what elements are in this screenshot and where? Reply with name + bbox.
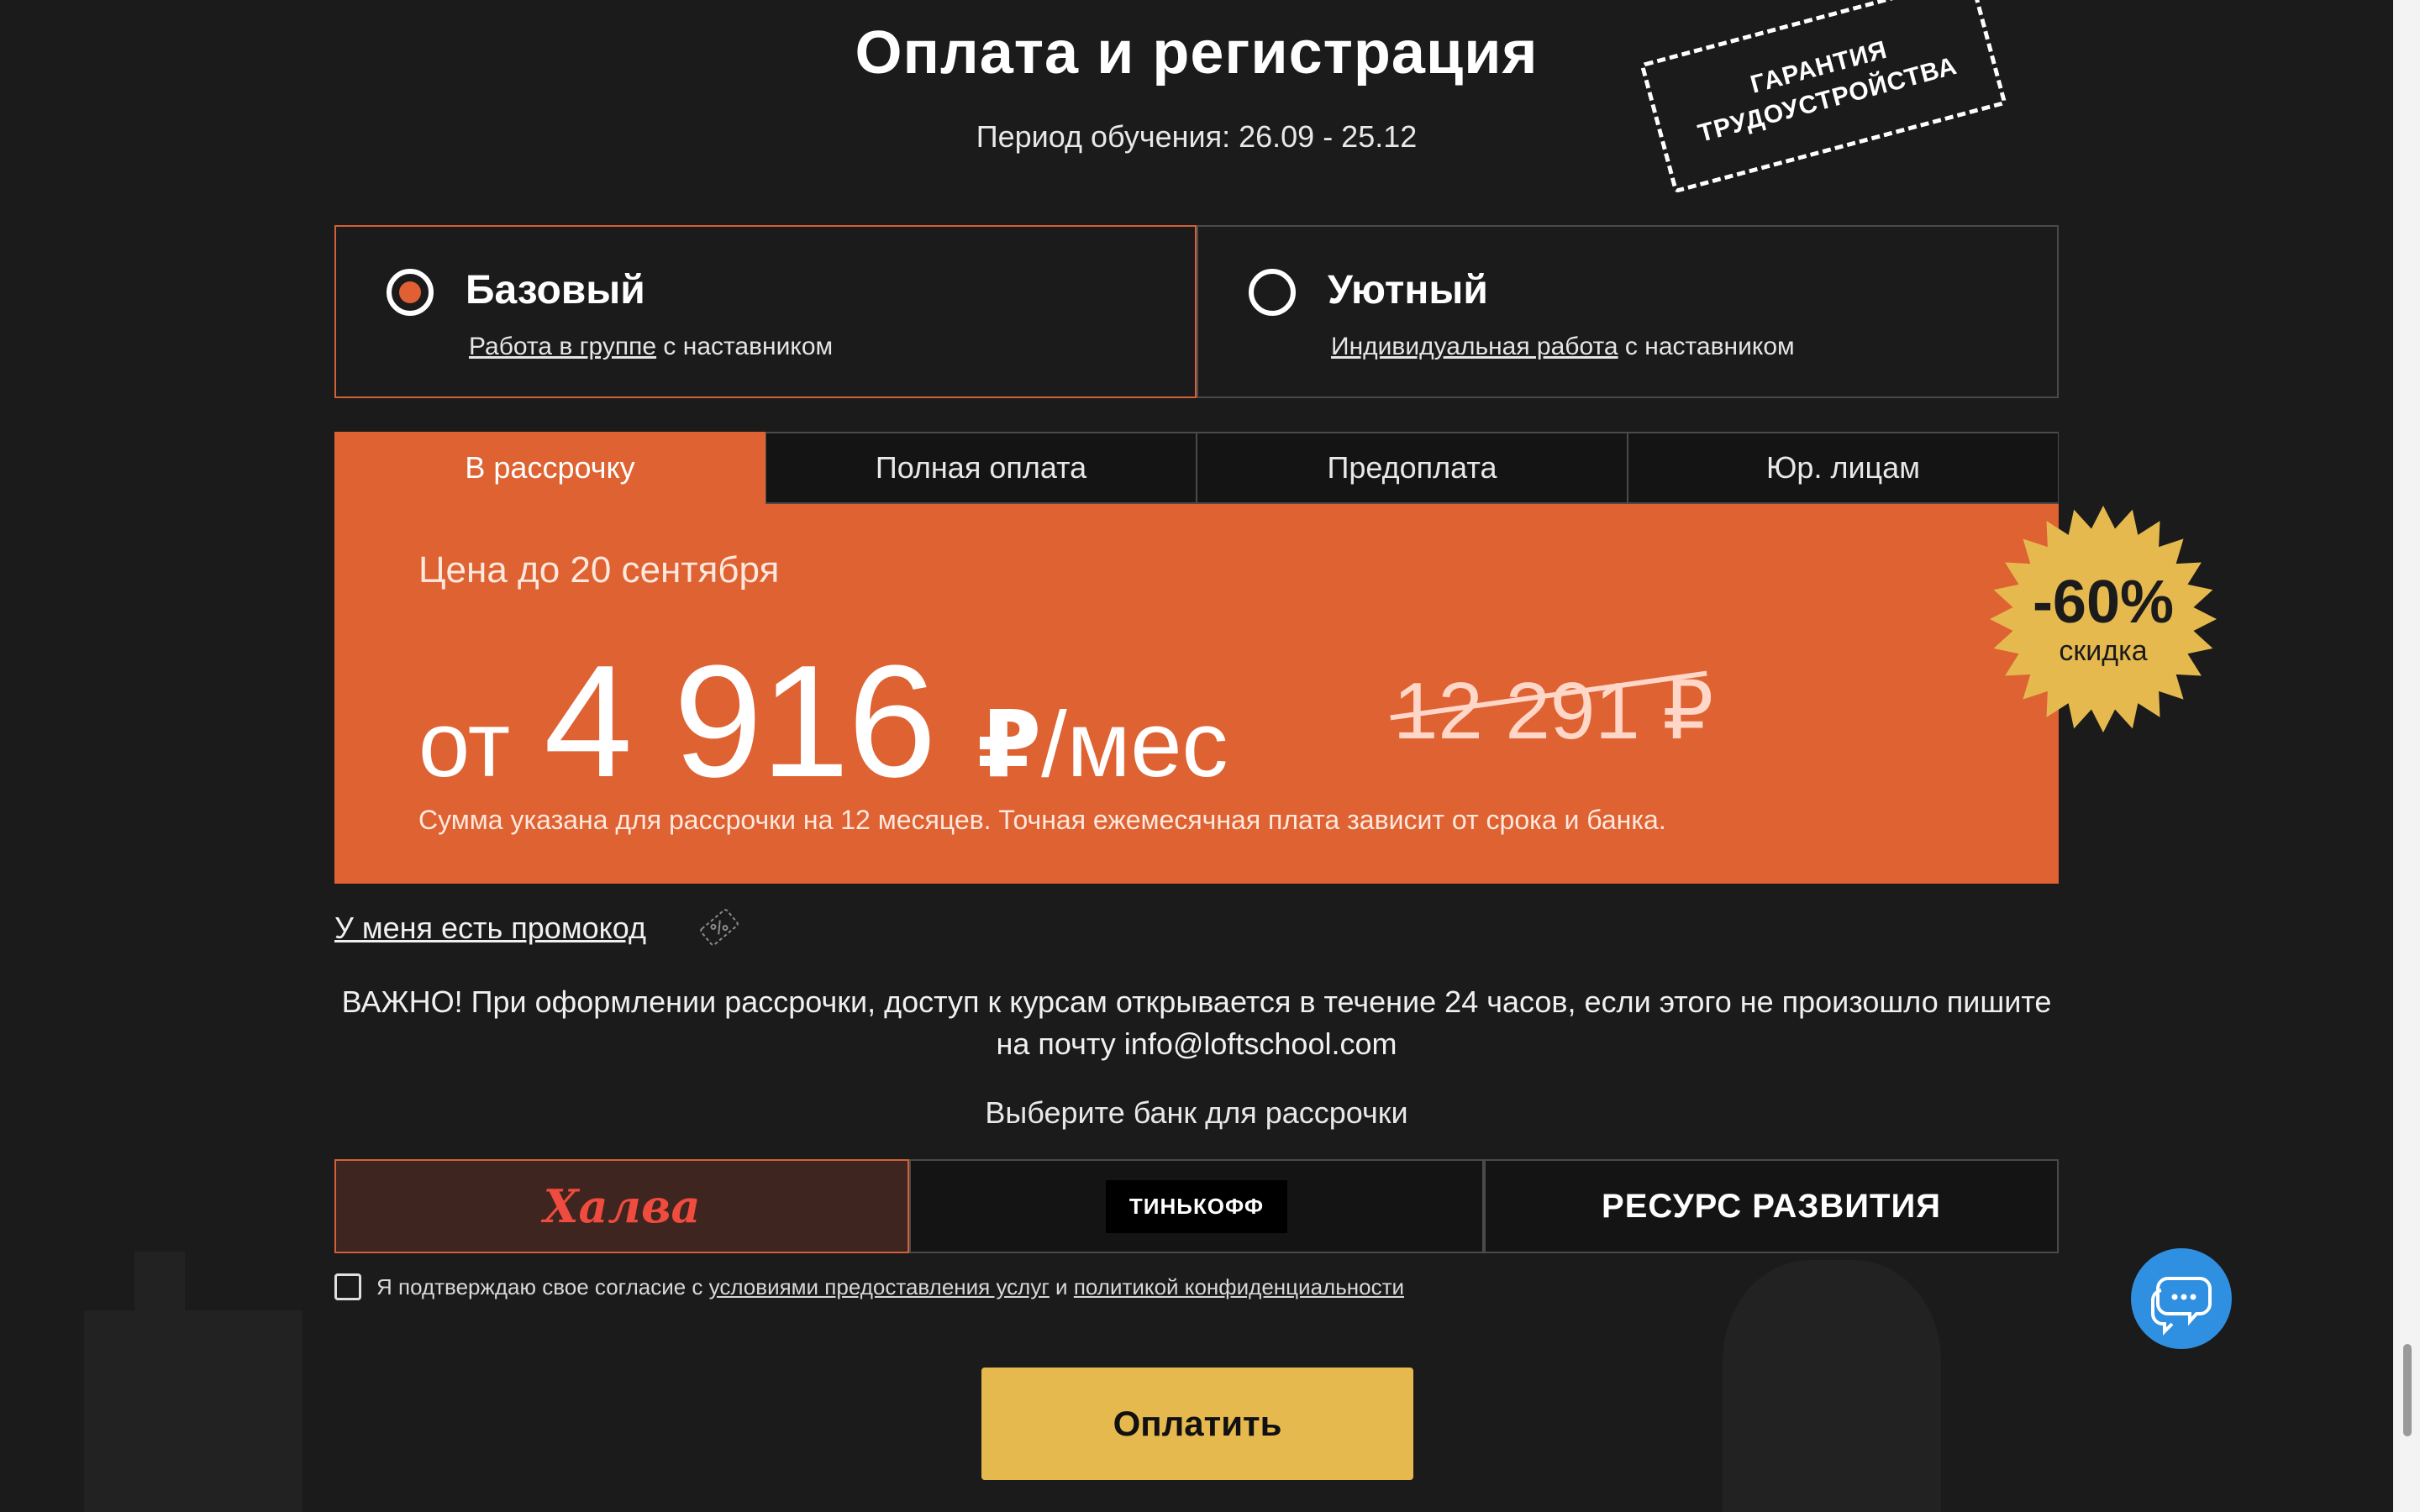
plan-description-link[interactable]: Индивидуальная работа	[1331, 333, 1618, 360]
background-city-silhouette	[84, 1310, 302, 1512]
discount-label: скидка	[2059, 635, 2148, 667]
scrollbar-thumb[interactable]	[2403, 1344, 2412, 1436]
coupon-percent-icon[interactable]	[697, 906, 741, 949]
bank-selector: Халва ТИНЬКОФФ РЕСУРС РАЗВИТИЯ	[334, 1159, 2059, 1253]
consent-prefix: Я подтверждаю свое согласие с	[376, 1273, 709, 1299]
price-current: от 4 916 ₽ /мес	[418, 630, 1228, 811]
halva-logo: Халва	[543, 1179, 701, 1233]
consent-checkbox[interactable]	[334, 1273, 361, 1300]
consent-middle: и	[1049, 1273, 1074, 1299]
price-currency: ₽	[976, 693, 1042, 796]
bank-select-title: Выберите банк для рассрочки	[985, 1095, 1408, 1130]
plan-description-text: с наставником	[1618, 333, 1795, 360]
plan-selector: Базовый Работа в группе с наставником Ую…	[334, 225, 2059, 398]
plan-description-link[interactable]: Работа в группе	[469, 333, 656, 360]
tab-installments[interactable]: В рассрочку	[334, 432, 765, 504]
bank-option-tinkoff[interactable]: ТИНЬКОФФ	[909, 1159, 1484, 1253]
page-title: Оплата и регистрация	[855, 19, 1539, 87]
scrollbar-track[interactable]	[2393, 0, 2420, 1512]
radio-selected-icon[interactable]	[387, 269, 434, 316]
price-deadline-label: Цена до 20 сентября	[418, 549, 780, 591]
radio-unselected-icon[interactable]	[1249, 269, 1296, 316]
terms-link[interactable]: условиями предоставления услуг	[709, 1274, 1050, 1299]
plan-option-basic[interactable]: Базовый Работа в группе с наставником	[334, 225, 1197, 398]
promo-code-link[interactable]: У меня есть промокод	[334, 911, 646, 946]
price-panel: Цена до 20 сентября от 4 916 ₽ /мес 12 2…	[334, 504, 2059, 884]
chat-bubbles-icon	[2150, 1277, 2212, 1336]
payment-tabs: В рассрочку Полная оплата Предоплата Юр.…	[334, 432, 2059, 504]
tab-legal-entities[interactable]: Юр. лицам	[1628, 432, 2059, 504]
price-from: от	[418, 693, 511, 796]
tinkoff-logo: ТИНЬКОФФ	[1105, 1179, 1288, 1233]
bank-option-halva[interactable]: Халва	[334, 1159, 909, 1253]
study-period: Период обучения: 26.09 - 25.12	[976, 119, 1418, 154]
privacy-link[interactable]: политикой конфиденциальности	[1074, 1274, 1404, 1299]
discount-percent: -60%	[2032, 569, 2175, 636]
installment-notice: ВАЖНО! При оформлении рассрочки, доступ …	[341, 984, 2052, 1061]
plan-description: Работа в группе с наставником	[469, 333, 833, 361]
plan-option-cozy[interactable]: Уютный Индивидуальная работа с наставник…	[1197, 225, 2059, 398]
plan-description: Индивидуальная работа с наставником	[1331, 333, 1795, 361]
plan-name: Базовый	[466, 268, 645, 312]
price-period: /мес	[1041, 693, 1228, 796]
consent-text: Я подтверждаю свое согласие с условиями …	[376, 1274, 1404, 1300]
tab-prepayment[interactable]: Предоплата	[1197, 432, 1628, 504]
discount-badge: -60% скидка	[1990, 506, 2217, 732]
plan-name: Уютный	[1328, 268, 1488, 312]
background-figure-silhouette	[1723, 1260, 1941, 1512]
background-building	[134, 1252, 185, 1512]
bank-option-resurs[interactable]: РЕСУРС РАЗВИТИЯ	[1484, 1159, 2059, 1253]
chat-widget-button[interactable]	[2131, 1248, 2232, 1349]
resurs-logo: РЕСУРС РАЗВИТИЯ	[1602, 1187, 1941, 1225]
plan-description-text: с наставником	[656, 333, 834, 360]
price-amount: 4 916	[544, 633, 936, 811]
pay-button[interactable]: Оплатить	[981, 1368, 1413, 1480]
price-note: Сумма указана для рассрочки на 12 месяце…	[418, 805, 1666, 835]
consent-row: Я подтверждаю свое согласие с условиями …	[334, 1273, 1404, 1300]
tab-full-payment[interactable]: Полная оплата	[765, 432, 1197, 504]
